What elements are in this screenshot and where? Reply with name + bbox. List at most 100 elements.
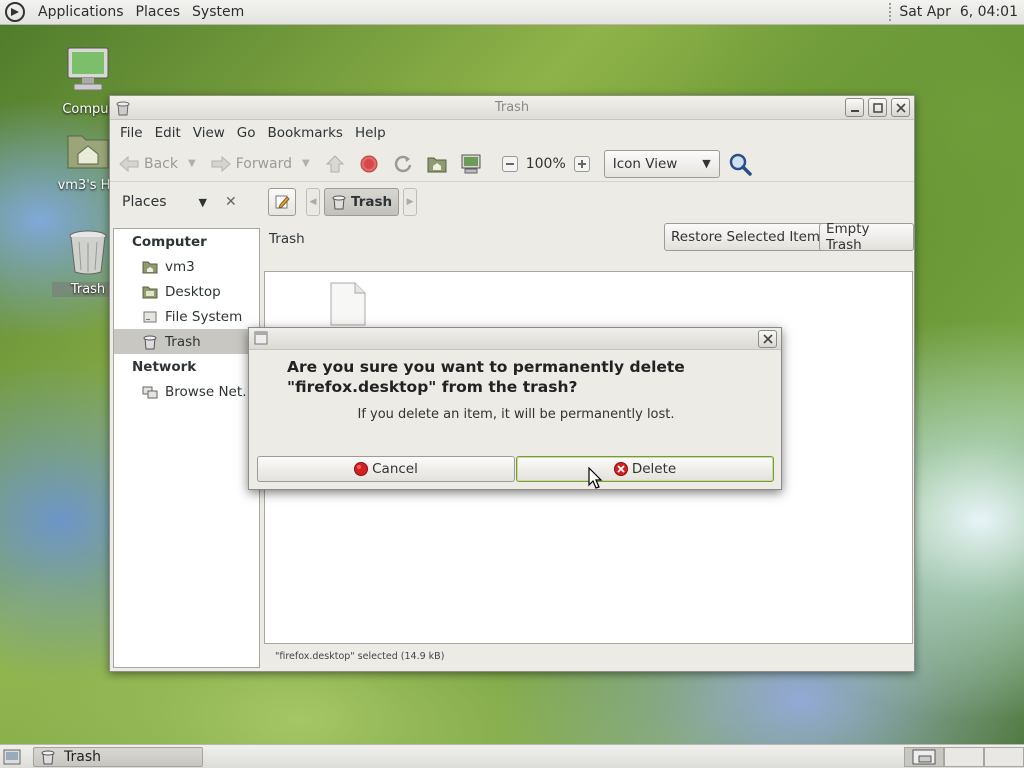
window-titlebar[interactable]: Trash	[110, 96, 914, 120]
home-folder-icon	[142, 261, 158, 273]
menu-edit[interactable]: Edit	[149, 125, 187, 141]
sidebar-section-network: Network	[132, 359, 197, 375]
reload-button[interactable]	[392, 153, 414, 175]
view-mode-value: Icon View	[612, 155, 678, 172]
show-desktop-icon[interactable]	[3, 749, 21, 765]
side-pane-selector[interactable]: Places	[122, 194, 167, 210]
dialog-icon[interactable]	[254, 331, 268, 345]
path-right-chevron-icon[interactable]: ▶	[403, 188, 418, 216]
forward-history-chevron-down-icon[interactable]: ▼	[302, 158, 310, 169]
back-button[interactable]: Back	[118, 155, 178, 173]
network-icon	[142, 386, 158, 398]
path-bar: ◀ Trash ▶	[263, 183, 914, 221]
dialog-primary-text: Are you sure you want to permanently del…	[287, 358, 685, 396]
forward-label: Forward	[235, 155, 293, 172]
search-button[interactable]	[726, 150, 754, 178]
sidebar-item-file-system[interactable]: File System	[114, 304, 259, 329]
mouse-cursor-icon	[588, 467, 603, 489]
maximize-button[interactable]	[868, 98, 887, 117]
maximize-icon	[872, 102, 883, 113]
home-button[interactable]	[426, 153, 448, 175]
up-arrow-icon	[325, 154, 344, 172]
status-bar: "firefox.desktop" selected (14.9 kB)	[275, 651, 445, 662]
close-button[interactable]	[891, 98, 910, 117]
stop-icon	[360, 155, 378, 172]
home-folder-icon	[427, 157, 447, 172]
path-left-chevron-icon[interactable]: ◀	[306, 188, 320, 216]
minimize-icon	[850, 109, 859, 112]
sidebar-item-browse-network[interactable]: Browse Net…	[114, 379, 259, 404]
breadcrumb-trash[interactable]: Trash	[324, 188, 400, 216]
close-icon	[762, 334, 773, 344]
zoom-out-button[interactable]	[501, 155, 518, 172]
back-arrow-icon	[119, 155, 139, 172]
workspace-2[interactable]	[944, 747, 984, 767]
restore-selected-items-button[interactable]: Restore Selected Items	[664, 223, 835, 251]
sidebar-section-computer: Computer	[132, 234, 207, 250]
home-folder-icon	[67, 135, 109, 169]
computer-button[interactable]	[460, 153, 482, 175]
view-mode-select[interactable]: Icon View ▼	[603, 149, 720, 178]
forward-button[interactable]: Forward	[210, 155, 292, 173]
reload-icon	[394, 155, 411, 172]
system-menu[interactable]: System	[186, 4, 250, 20]
trash-icon	[143, 335, 157, 349]
zoom-level[interactable]: 100%	[526, 156, 566, 172]
zoom-in-button[interactable]	[573, 155, 590, 172]
forward-arrow-icon	[211, 155, 231, 172]
menu-bookmarks[interactable]: Bookmarks	[262, 125, 349, 141]
menu-go[interactable]: Go	[231, 125, 262, 141]
sidebar-item-vm3[interactable]: vm3	[114, 254, 259, 279]
window-title: Trash	[494, 100, 530, 115]
location-edit-button[interactable]	[268, 188, 296, 216]
sidebar-item-label: File System	[165, 308, 243, 325]
top-panel: Applications Places System Sat Apr 6, 04…	[0, 0, 1024, 25]
drive-icon	[143, 311, 157, 322]
trash-icon	[69, 230, 107, 275]
cancel-button[interactable]: Cancel	[257, 456, 515, 482]
close-icon	[895, 102, 906, 113]
delete-confirmation-dialog: Are you sure you want to permanently del…	[248, 327, 782, 490]
location-label: Trash	[269, 231, 305, 247]
places-menu[interactable]: Places	[130, 4, 187, 20]
back-label: Back	[144, 155, 178, 172]
menu-help[interactable]: Help	[349, 125, 392, 141]
file-icon[interactable]	[329, 282, 367, 326]
sidebar-item-label: Desktop	[165, 283, 221, 300]
side-pane: Places ▼ ✕ Computer vm3 Desktop File Sys…	[110, 183, 260, 671]
places-list: Computer vm3 Desktop File System Trash N…	[113, 228, 260, 668]
workspace-1[interactable]	[904, 747, 944, 767]
taskbar-item-label: Trash	[64, 749, 101, 765]
sidebar-item-trash[interactable]: Trash	[114, 329, 259, 354]
desktop-folder-icon	[142, 286, 158, 298]
distro-logo-icon[interactable]	[4, 1, 26, 23]
taskbar-item-trash[interactable]: Trash	[33, 747, 203, 767]
clock[interactable]: Sat Apr 6, 04:01	[899, 4, 1024, 20]
search-icon	[729, 153, 752, 176]
delete-button[interactable]: Delete	[516, 456, 774, 482]
panel-grip[interactable]	[889, 3, 893, 21]
dialog-close-button[interactable]	[758, 330, 777, 348]
stop-icon	[354, 462, 369, 476]
dialog-secondary-text: If you delete an item, it will be perman…	[357, 407, 675, 422]
stop-button[interactable]	[358, 153, 380, 175]
minimize-button[interactable]	[845, 98, 864, 117]
workspace-3[interactable]	[984, 747, 1024, 767]
applications-menu[interactable]: Applications	[32, 4, 130, 20]
dialog-titlebar[interactable]	[249, 328, 781, 350]
trash-icon	[332, 195, 346, 210]
empty-trash-button[interactable]: Empty Trash	[819, 221, 914, 253]
up-button[interactable]	[324, 153, 346, 175]
zoom-in-icon	[577, 159, 586, 168]
menu-view[interactable]: View	[187, 125, 231, 141]
delete-icon	[613, 462, 628, 476]
chevron-down-icon[interactable]: ▼	[199, 196, 207, 209]
sidebar-item-desktop[interactable]: Desktop	[114, 279, 259, 304]
trash-icon[interactable]	[115, 100, 131, 116]
toolbar: Back ▼ Forward ▼ 100% Icon View ▼	[110, 146, 914, 182]
menu-file[interactable]: File	[114, 125, 149, 141]
close-icon[interactable]: ✕	[225, 194, 237, 210]
sidebar-item-label: vm3	[165, 258, 195, 275]
trash-icon	[41, 750, 55, 765]
back-history-chevron-down-icon[interactable]: ▼	[188, 158, 196, 169]
